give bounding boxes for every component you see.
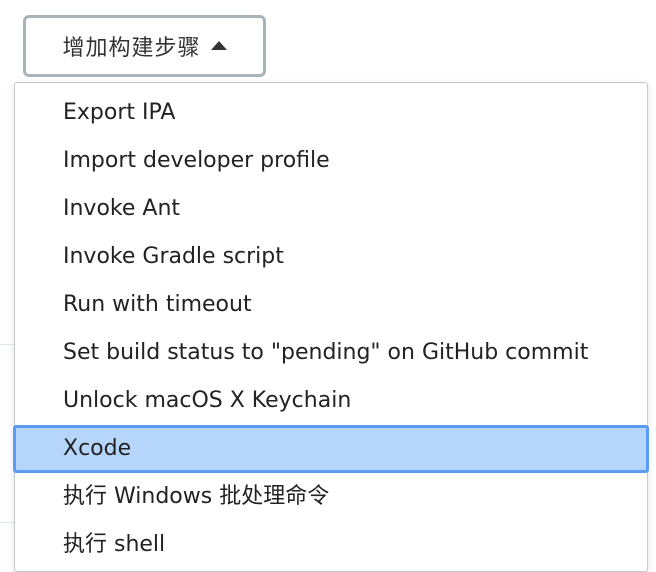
- build-step-menu-list: Export IPA Import developer profile Invo…: [13, 89, 649, 569]
- menu-item-export-ipa[interactable]: Export IPA: [15, 89, 647, 137]
- menu-item-invoke-ant[interactable]: Invoke Ant: [15, 185, 647, 233]
- menu-item-unlock-macos-keychain[interactable]: Unlock macOS X Keychain: [15, 377, 647, 425]
- menu-item-invoke-gradle-script[interactable]: Invoke Gradle script: [15, 233, 647, 281]
- menu-item-execute-shell[interactable]: 执行 shell: [15, 521, 647, 569]
- caret-up-icon: [210, 40, 227, 50]
- menu-item-import-developer-profile[interactable]: Import developer profile: [15, 137, 647, 185]
- menu-item-set-build-status-pending[interactable]: Set build status to "pending" on GitHub …: [15, 329, 647, 377]
- menu-item-run-with-timeout[interactable]: Run with timeout: [15, 281, 647, 329]
- menu-item-xcode[interactable]: Xcode: [13, 425, 649, 473]
- add-build-step-button[interactable]: 增加构建步骤: [23, 15, 266, 77]
- menu-item-windows-batch[interactable]: 执行 Windows 批处理命令: [15, 473, 647, 521]
- add-build-step-label: 增加构建步骤: [62, 36, 201, 61]
- build-step-dropdown-menu: Export IPA Import developer profile Invo…: [13, 82, 649, 572]
